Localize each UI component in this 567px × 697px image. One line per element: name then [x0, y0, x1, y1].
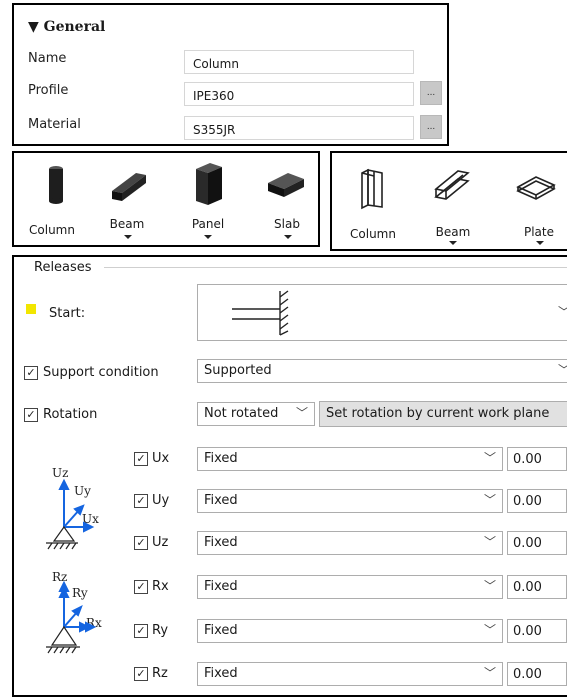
chevron-down-icon — [284, 235, 292, 239]
set-rotation-button[interactable]: Set rotation by current work plane — [319, 401, 567, 427]
dof-checkbox-ry[interactable]: ✓ — [134, 624, 148, 638]
rz-axis-label: Rz — [52, 570, 67, 584]
material-browse-button[interactable]: ... — [420, 115, 442, 139]
dof-dropdown-rx[interactable]: Fixed ﹀ — [197, 575, 503, 599]
dof-label-uy: Uy — [152, 493, 170, 508]
dof-dropdown-uy[interactable]: Fixed ﹀ — [197, 489, 503, 513]
slab-tool-button[interactable]: Slab — [248, 153, 320, 245]
dof-value-rx: Fixed — [204, 579, 238, 594]
start-support-dropdown[interactable]: ﹀ — [197, 284, 567, 341]
chevron-down-icon: ﹀ — [483, 623, 496, 637]
chevron-down-icon: ﹀ — [483, 451, 496, 465]
dof-dropdown-rz[interactable]: Fixed ﹀ — [197, 662, 503, 686]
profile-field[interactable]: IPE360 — [184, 82, 414, 106]
dof-checkbox-rx[interactable]: ✓ — [134, 580, 148, 594]
column-outline-tool-label: Column — [350, 227, 396, 241]
support-condition-checkbox[interactable]: ✓ — [24, 366, 38, 380]
dof-value-rz: Fixed — [204, 666, 238, 681]
releases-divider — [104, 267, 567, 268]
chevron-down-icon — [204, 235, 212, 239]
dof-label-uz: Uz — [152, 535, 169, 550]
general-panel: ▼ General Name Column Profile IPE360 ...… — [12, 3, 449, 146]
dof-number-rx[interactable]: 0.00 — [507, 575, 567, 599]
dof-checkbox-uy[interactable]: ✓ — [134, 494, 148, 508]
toolbar-outline: Column Beam Plate — [330, 151, 567, 251]
panel-tool-button[interactable]: Panel — [170, 153, 246, 245]
chevron-down-icon: ﹀ — [483, 579, 496, 593]
chevron-down-icon: ﹀ — [483, 666, 496, 680]
material-field[interactable]: S355JR — [184, 116, 414, 140]
support-condition-value: Supported — [204, 363, 272, 378]
support-condition-label: Support condition — [43, 365, 159, 380]
rotation-dropdown[interactable]: Not rotated ﹀ — [197, 402, 315, 426]
profile-browse-button[interactable]: ... — [420, 81, 442, 105]
translation-axes-icon: Uz Uy Ux — [46, 466, 99, 550]
dof-checkbox-uz[interactable]: ✓ — [134, 536, 148, 550]
uz-axis-label: Uz — [52, 466, 68, 480]
dof-label-rz: Rz — [152, 666, 168, 681]
solid-column-icon — [49, 166, 63, 204]
column-tool-button[interactable]: Column — [14, 153, 90, 245]
chevron-down-icon — [124, 235, 132, 239]
fixed-support-icon — [232, 290, 289, 336]
beam-outline-tool-button[interactable]: Beam — [416, 153, 492, 249]
plate-outline-tool-button[interactable]: Plate — [494, 153, 567, 249]
beam-outline-icon — [434, 170, 470, 200]
rotation-label: Rotation — [43, 407, 98, 422]
solid-panel-icon — [196, 163, 222, 205]
releases-title: Releases — [34, 260, 92, 275]
ry-axis-label: Ry — [72, 586, 88, 600]
plate-outline-tool-label: Plate — [523, 225, 554, 239]
beam-tool-label: Beam — [109, 217, 145, 231]
chevron-down-icon: ﹀ — [558, 361, 567, 378]
start-label: Start: — [49, 306, 86, 321]
rotation-axes-icon: Rz Ry Rx — [46, 570, 102, 654]
name-label: Name — [28, 51, 67, 66]
dof-label-ux: Ux — [152, 451, 170, 466]
dof-checkbox-rz[interactable]: ✓ — [134, 667, 148, 681]
chevron-down-icon — [449, 241, 457, 245]
panel-tool-label: Panel — [191, 217, 225, 231]
uy-axis-label: Uy — [74, 484, 91, 498]
dof-dropdown-uz[interactable]: Fixed ﹀ — [197, 531, 503, 555]
chevron-down-icon: ﹀ — [483, 493, 496, 507]
chevron-down-icon: ﹀ — [558, 303, 567, 320]
profile-label: Profile — [28, 83, 69, 98]
dof-label-rx: Rx — [152, 579, 169, 594]
dof-number-rz[interactable]: 0.00 — [507, 662, 567, 686]
dof-value-uz: Fixed — [204, 535, 238, 550]
name-field[interactable]: Column — [184, 50, 414, 74]
dof-label-ry: Ry — [152, 623, 169, 638]
toolbar-solid: Column Beam Panel Slab — [12, 151, 320, 247]
rotation-checkbox[interactable]: ✓ — [24, 408, 38, 422]
dof-number-uy[interactable]: 0.00 — [507, 489, 567, 513]
material-label: Material — [28, 117, 81, 132]
solid-slab-icon — [268, 173, 304, 197]
column-outline-icon — [361, 168, 383, 210]
chevron-down-icon: ﹀ — [295, 406, 308, 420]
beam-tool-button[interactable]: Beam — [92, 153, 168, 245]
dof-number-uz[interactable]: 0.00 — [507, 531, 567, 555]
column-tool-label: Column — [29, 223, 75, 237]
releases-panel: Releases Start: ﹀ ✓ Support condition Su… — [12, 255, 567, 697]
dof-checkbox-ux[interactable]: ✓ — [134, 452, 148, 466]
beam-outline-tool-label: Beam — [435, 225, 471, 239]
dof-dropdown-ry[interactable]: Fixed ﹀ — [197, 619, 503, 643]
start-marker-icon — [26, 304, 36, 314]
dof-dropdown-ux[interactable]: Fixed ﹀ — [197, 447, 503, 471]
plate-outline-icon — [516, 176, 556, 200]
solid-beam-icon — [112, 173, 146, 201]
dof-value-ry: Fixed — [204, 623, 238, 638]
slab-tool-label: Slab — [274, 217, 300, 231]
dof-value-ux: Fixed — [204, 451, 238, 466]
chevron-down-icon: ﹀ — [483, 535, 496, 549]
dof-number-ux[interactable]: 0.00 — [507, 447, 567, 471]
rotation-value: Not rotated — [204, 406, 279, 421]
dof-number-ry[interactable]: 0.00 — [507, 619, 567, 643]
dof-value-uy: Fixed — [204, 493, 238, 508]
general-header[interactable]: ▼ General — [28, 19, 105, 35]
chevron-down-icon — [536, 241, 544, 245]
column-outline-tool-button[interactable]: Column — [332, 153, 414, 249]
support-condition-dropdown[interactable]: Supported ﹀ — [197, 359, 567, 383]
